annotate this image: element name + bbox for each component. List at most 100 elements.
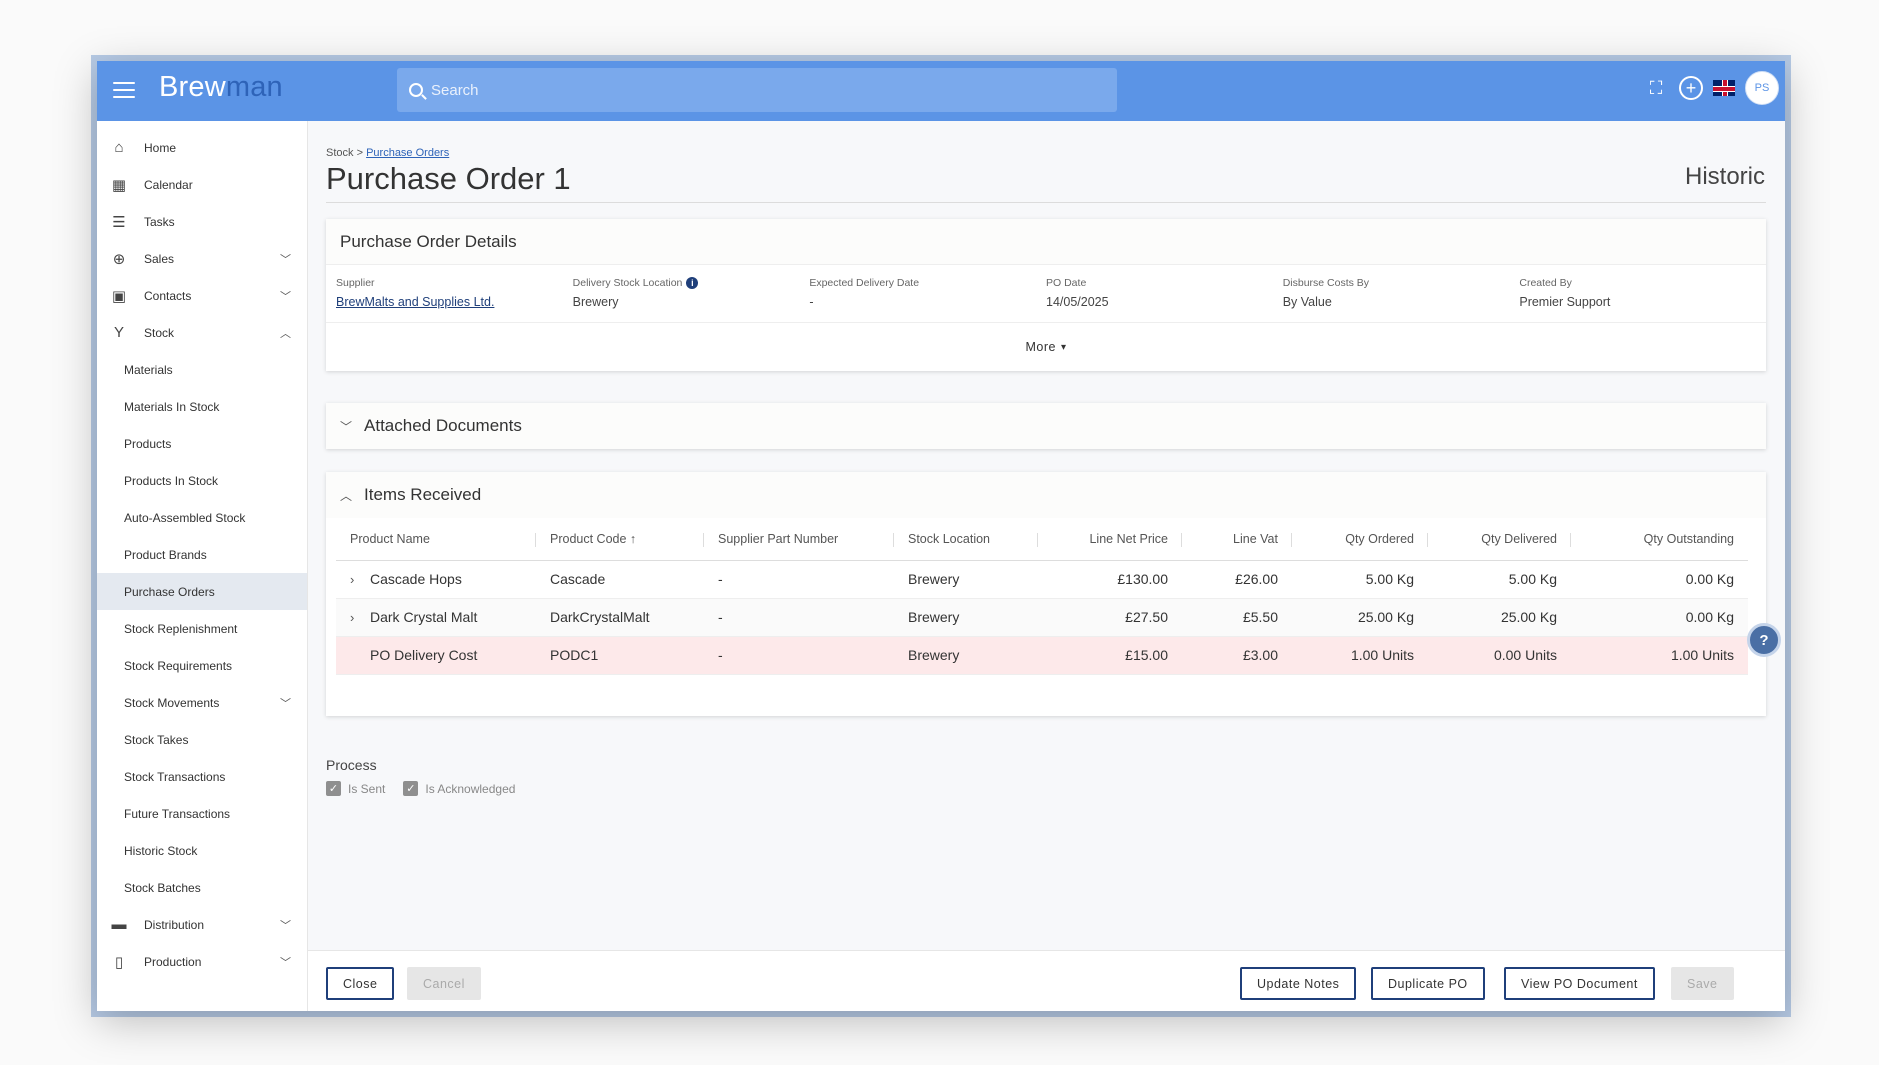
is-acknowledged-label: Is Acknowledged	[425, 781, 516, 796]
app-logo[interactable]: Brewman	[159, 71, 283, 104]
table-row[interactable]: PO Delivery Cost PODC1 - Brewery £15.00 …	[336, 636, 1748, 675]
col-line-net-price[interactable]: Line Net Price	[1038, 518, 1182, 561]
chevron-down-icon: ▾	[1060, 341, 1067, 353]
sidebar-item-label: Production	[144, 954, 202, 969]
disburse-field: Disburse Costs By By Value	[1283, 277, 1520, 312]
breadcrumb-current[interactable]: Purchase Orders	[366, 147, 449, 159]
sidebar-item-contacts[interactable]: ▣ Contacts ﹀	[97, 277, 307, 314]
col-supplier-part-number[interactable]: Supplier Part Number	[704, 518, 894, 561]
chevron-right-icon[interactable]: ›	[350, 610, 370, 625]
calendar-icon: ▦	[111, 176, 127, 194]
sidebar-item-label: Distribution	[144, 917, 205, 932]
close-button[interactable]: Close	[326, 967, 395, 1000]
cocktail-icon: Y	[113, 324, 124, 341]
sidebar-subitem-stock-batches[interactable]: Stock Batches	[97, 869, 307, 906]
check-icon: ✓	[403, 781, 419, 796]
is-sent-checkbox[interactable]: ✓ Is Sent	[326, 781, 385, 796]
sidebar-item-distribution[interactable]: ▬ Distribution ﹀	[97, 906, 307, 943]
sidebar-subitem-products[interactable]: Products	[97, 425, 307, 462]
chevron-up-icon: ︿	[280, 327, 291, 340]
created-by-label: Created By	[1519, 277, 1572, 289]
attached-documents-header[interactable]: ﹀ Attached Documents	[326, 403, 1766, 449]
col-qty-outstanding[interactable]: Qty Outstanding	[1571, 518, 1748, 561]
sidebar-subitem-stock-replenishment[interactable]: Stock Replenishment	[97, 610, 307, 647]
table-header-row: Product Name Product Code ↑ Supplier Par…	[336, 518, 1748, 561]
breadcrumb: Stock > Purchase Orders	[326, 147, 449, 159]
sidebar-subitem-materials-in-stock[interactable]: Materials In Stock	[97, 388, 307, 425]
attached-documents-card: ﹀ Attached Documents	[326, 403, 1766, 449]
more-button[interactable]: More ▾	[326, 323, 1766, 371]
sidebar-item-production[interactable]: ▯ Production ﹀	[97, 943, 307, 980]
save-button[interactable]: Save	[1671, 967, 1734, 1000]
sidebar-subitem-stock-requirements[interactable]: Stock Requirements	[97, 647, 307, 684]
po-date-field: PO Date 14/05/2025	[1046, 277, 1283, 312]
view-po-document-button[interactable]: View PO Document	[1504, 967, 1655, 1000]
more-label: More	[1025, 340, 1056, 354]
update-notes-button[interactable]: Update Notes	[1240, 967, 1357, 1000]
breadcrumb-root[interactable]: Stock	[326, 147, 354, 159]
attached-documents-title: Attached Documents	[364, 416, 522, 435]
avatar[interactable]: PS	[1745, 71, 1779, 105]
sidebar-item-tasks[interactable]: ☰ Tasks	[97, 203, 307, 240]
sidebar-item-sales[interactable]: ⊕ Sales ﹀	[97, 240, 307, 277]
contacts-icon: ▣	[111, 287, 127, 305]
col-qty-ordered[interactable]: Qty Ordered	[1292, 518, 1428, 561]
basket-icon: ⊕	[112, 250, 126, 268]
process-checks: ✓ Is Sent ✓ Is Acknowledged	[326, 781, 515, 796]
menu-icon[interactable]	[113, 79, 135, 101]
sidebar-subitem-historic-stock[interactable]: Historic Stock	[97, 832, 307, 869]
sidebar-item-home[interactable]: ⌂ Home	[97, 129, 307, 166]
created-by-field: Created By Premier Support	[1519, 277, 1756, 312]
col-qty-delivered[interactable]: Qty Delivered	[1428, 518, 1571, 561]
divider	[326, 202, 1766, 203]
sidebar-subitem-auto-assembled-stock[interactable]: Auto-Assembled Stock	[97, 499, 307, 536]
top-icons: ⛶ + PS	[1643, 71, 1779, 105]
sidebar-item-calendar[interactable]: ▦ Calendar	[97, 166, 307, 203]
po-date-label: PO Date	[1046, 277, 1087, 289]
table-row[interactable]: › Cascade Hops Cascade - Brewery £130.00 …	[336, 560, 1748, 599]
duplicate-po-button[interactable]: Duplicate PO	[1371, 967, 1485, 1000]
col-stock-location[interactable]: Stock Location	[894, 518, 1038, 561]
disburse-label: Disburse Costs By	[1282, 277, 1370, 289]
sidebar-subitem-stock-takes[interactable]: Stock Takes	[97, 721, 307, 758]
cancel-button[interactable]: Cancel	[407, 967, 481, 1000]
expected-delivery-label: Expected Delivery Date	[809, 277, 920, 289]
sidebar-subitem-materials[interactable]: Materials	[97, 351, 307, 388]
sidebar-subitem-product-brands[interactable]: Product Brands	[97, 536, 307, 573]
items-received-title: Items Received	[364, 485, 482, 504]
search-input[interactable]	[431, 81, 1081, 99]
supplier-link[interactable]: BrewMalts and Supplies Ltd.	[336, 295, 573, 309]
items-received-header[interactable]: ︿ Items Received	[326, 472, 1766, 518]
add-icon[interactable]: +	[1679, 76, 1703, 100]
chevron-right-icon[interactable]: ›	[350, 572, 370, 587]
truck-icon: ▬	[111, 916, 127, 933]
delivery-location-field: Delivery Stock Location i Brewery	[573, 277, 810, 312]
uk-flag-icon[interactable]	[1713, 80, 1735, 96]
chevron-down-icon: ﹀	[280, 919, 291, 932]
help-icon[interactable]: ?	[1747, 623, 1781, 657]
sidebar-subitem-stock-movements[interactable]: Stock Movements ﹀	[97, 684, 307, 721]
fullscreen-icon[interactable]: ⛶	[1643, 75, 1669, 101]
col-line-vat[interactable]: Line Vat	[1182, 518, 1292, 561]
sidebar-item-stock[interactable]: Y Stock ︿	[97, 314, 307, 351]
is-sent-label: Is Sent	[348, 781, 386, 796]
chevron-down-icon: ﹀	[280, 697, 291, 710]
sidebar-item-label: Contacts	[144, 288, 192, 303]
sidebar-subitem-stock-transactions[interactable]: Stock Transactions	[97, 758, 307, 795]
sidebar-subitem-future-transactions[interactable]: Future Transactions	[97, 795, 307, 832]
is-acknowledged-checkbox[interactable]: ✓ Is Acknowledged	[403, 781, 515, 796]
delivery-location-value: Brewery	[572, 295, 619, 309]
sidebar-subitem-products-in-stock[interactable]: Products In Stock	[97, 462, 307, 499]
sidebar-subitem-purchase-orders[interactable]: Purchase Orders	[97, 573, 307, 610]
sidebar-item-label: Tasks	[144, 214, 175, 229]
table-row[interactable]: › Dark Crystal Malt DarkCrystalMalt - Bre…	[336, 598, 1748, 637]
search-bar	[397, 68, 1117, 112]
supplier-label: Supplier	[336, 277, 375, 289]
top-bar: Brewman ⛶ + PS	[97, 61, 1785, 121]
col-product-code[interactable]: Product Code ↑	[536, 518, 704, 561]
status-label: Historic	[1684, 163, 1765, 190]
po-details-card: Purchase Order Details Supplier BrewMalt…	[326, 219, 1766, 371]
breadcrumb-separator: >	[356, 147, 364, 159]
info-icon[interactable]: i	[686, 277, 699, 289]
col-product-name[interactable]: Product Name	[336, 518, 536, 561]
